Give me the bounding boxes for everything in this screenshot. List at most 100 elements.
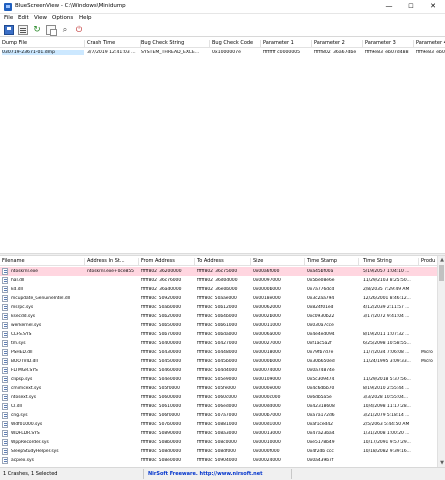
driver-row[interactable]: hal.dll fffff802`36c76000 fffff802`36d0d00… xyxy=(0,276,437,285)
driver-cell: 0x42318608 xyxy=(307,404,335,409)
scroll-down-icon[interactable]: ▼ xyxy=(438,459,445,467)
column-header[interactable]: Time String xyxy=(361,258,419,266)
driver-row[interactable]: ntoskrnl.exe ntoskrnl.exe+0ce855 fffff802`… xyxy=(0,267,437,276)
menu-file[interactable]: File xyxy=(4,15,13,21)
driver-filename: clipsp.sys xyxy=(11,377,33,382)
driver-cell: 0x30b650ed xyxy=(307,359,335,364)
dump-cell: ffffffff c0000005 xyxy=(263,50,301,55)
driver-row[interactable]: ksecdd.sys fffff80c`50b20000 fffff80c`50b4… xyxy=(0,312,437,321)
nirsoft-link[interactable]: NirSoft Freeware. http://www.nirsoft.net xyxy=(148,471,263,477)
copy-icon[interactable] xyxy=(46,25,57,36)
driver-cell: 0x0a74874e xyxy=(307,368,335,373)
minimize-button[interactable]: — xyxy=(381,0,397,13)
column-header[interactable]: To Address xyxy=(195,258,251,266)
driver-filename: CLFS.SYS xyxy=(11,332,32,337)
driver-cell: fffff80c`50427000 xyxy=(197,341,238,346)
driver-cell: fffff80c`508d0000 xyxy=(141,449,182,454)
driver-row[interactable]: PSHED.dll fffff80c`50430000 fffff80c`50448… xyxy=(0,348,437,357)
driver-cell: 1/31/2008 1:00:20 ... xyxy=(363,431,410,436)
file-icon xyxy=(2,322,8,329)
driver-cell: fffff80c`508b0000 xyxy=(141,440,182,445)
driver-cell: 0xe5178b49 xyxy=(307,440,335,445)
driver-row[interactable]: WppRecorder.sys fffff80c`508b0000 fffff80c… xyxy=(0,438,437,447)
driver-row[interactable]: werkernel.sys fffff80c`50b50000 fffff80c`5… xyxy=(0,321,437,330)
menu-edit[interactable]: Edit xyxy=(18,15,29,21)
driver-filename: acpiex.sys xyxy=(11,458,34,463)
driver-cell: 12/26/2001 8:46:12... xyxy=(363,296,411,301)
dump-cell: 3/7/2019 12:41:03 ... xyxy=(87,50,136,55)
column-header[interactable]: Bug Check String xyxy=(139,40,210,48)
driver-cell: 0x3c2aa794 xyxy=(307,296,335,301)
refresh-icon[interactable]: ↻ xyxy=(32,25,42,35)
driver-row[interactable]: SleepStudyHelper.sys fffff80c`508d0000 fff… xyxy=(0,447,437,456)
driver-cell: fffff80c`50460000 xyxy=(141,368,182,373)
column-header[interactable]: Size xyxy=(251,258,305,266)
driver-cell: fffff80c`506f0000 xyxy=(141,413,180,418)
column-header[interactable]: Parameter 2 xyxy=(312,40,363,48)
driver-cell: 0x79fb7d7e xyxy=(307,350,334,355)
column-header[interactable]: Parameter 4 xyxy=(414,40,445,48)
driver-row[interactable]: clipsp.sys fffff80c`504e0000 fffff80c`505e… xyxy=(0,375,437,384)
properties-icon[interactable] xyxy=(18,25,28,35)
column-header[interactable]: Crash Time xyxy=(85,40,141,48)
driver-row[interactable]: mcupdate_GenuineIntel.dll fffff80c`509200… xyxy=(0,294,437,303)
scroll-up-icon[interactable]: ▲ xyxy=(438,256,445,264)
column-header[interactable]: Address In St... xyxy=(85,258,139,266)
driver-row[interactable]: CI.dll fffff80c`50610000 fffff80c`506ed000… xyxy=(0,402,437,411)
driver-cell: fffff80c`507a7000 xyxy=(197,413,238,418)
exit-icon[interactable]: ⏻ xyxy=(74,25,84,35)
driver-cell: fffff80c`506ed000 xyxy=(197,404,238,409)
driver-cell: fffff80c`505fe000 xyxy=(197,386,236,391)
column-header[interactable]: Parameter 1 xyxy=(261,40,312,48)
driver-row[interactable]: FLTMGR.SYS fffff80c`50460000 fffff80c`504d… xyxy=(0,366,437,375)
driver-row[interactable]: Wdf01000.sys fffff80c`507b0000 fffff80c`50… xyxy=(0,420,437,429)
driver-row[interactable]: cmimcext.sys fffff80c`505f0000 fffff80c`50… xyxy=(0,384,437,393)
column-header[interactable]: Time Stamp xyxy=(305,258,359,266)
menu-help[interactable]: Help xyxy=(79,15,92,21)
driver-cell: 10/17/2091 9:57:29... xyxy=(363,440,411,445)
maximize-button[interactable]: ☐ xyxy=(403,0,419,13)
driver-row[interactable]: cng.sys fffff80c`506f0000 fffff80c`507a700… xyxy=(0,411,437,420)
menu-view[interactable]: View xyxy=(34,15,47,21)
save-icon[interactable] xyxy=(4,25,14,35)
driver-list: Filename Address In St... From Address To A… xyxy=(0,256,445,467)
driver-cell: fffff802`36200000 xyxy=(141,269,182,274)
driver-cell: fffff80c`50b50000 xyxy=(141,323,182,328)
column-header[interactable]: Filename xyxy=(0,258,85,266)
driver-cell: 11/29/2018 5:37:56... xyxy=(363,377,411,382)
driver-row[interactable]: msrpc.sys fffff80c`50ab0000 fffff80c`50b12… xyxy=(0,303,437,312)
driver-cell: 0x47a23ba4 xyxy=(307,431,335,436)
dump-cell: 0x1000007e xyxy=(212,50,241,55)
column-header[interactable]: Bug Check Code xyxy=(210,40,261,48)
vertical-scrollbar[interactable]: ▲ ▼ xyxy=(437,256,445,467)
scroll-thumb[interactable] xyxy=(439,265,444,281)
column-header[interactable]: From Address xyxy=(139,258,195,266)
driver-cell: fffff802`36c75000 xyxy=(197,269,238,274)
file-icon xyxy=(2,295,8,302)
driver-cell: 0xc0930b22 xyxy=(307,314,335,319)
find-icon[interactable]: ⌕ xyxy=(60,25,70,35)
driver-row[interactable]: WDFLDR.SYS fffff80c`50890000 fffff80c`508a… xyxy=(0,429,437,438)
column-header[interactable]: Dump File xyxy=(0,40,85,48)
driver-cell: 3/21/2079 5:18:14 ... xyxy=(363,413,410,418)
close-button[interactable]: ✕ xyxy=(425,0,441,13)
driver-row[interactable]: BOOTVID.dll fffff80c`50450000 fffff80c`504… xyxy=(0,357,437,366)
driver-cell: 0x00010000 xyxy=(253,440,281,445)
driver-row[interactable]: kd.dll fffff802`36ad0000 fffff802`36e0b000… xyxy=(0,285,437,294)
driver-row[interactable]: ntosext.sys fffff80c`50600000 fffff80c`506… xyxy=(0,393,437,402)
driver-cell: 0x000dd000 xyxy=(253,404,281,409)
driver-row[interactable]: tm.sys fffff80c`50400000 fffff80c`50427000… xyxy=(0,339,437,348)
dump-row[interactable]: 030719-23671-01.dmp 3/7/2019 12:41:03 ...… xyxy=(0,49,445,57)
driver-cell: 0x0000b000 xyxy=(253,359,281,364)
menu-options[interactable]: Options xyxy=(52,15,73,21)
driver-cell: fffff80c`50448000 xyxy=(197,350,238,355)
driver-cell: fffff80c`50b70000 xyxy=(141,332,182,337)
dump-cell: ffff9e83`eb07d488 xyxy=(365,50,409,55)
driver-row[interactable]: acpiex.sys fffff80c`508e0000 fffff80c`5090… xyxy=(0,456,437,465)
driver-row[interactable]: CLFS.SYS fffff80c`50b70000 fffff80c`50bda0… xyxy=(0,330,437,339)
driver-cell: fffff80c`50b12000 xyxy=(197,305,238,310)
driver-cell: 0x0a439b7f xyxy=(307,458,334,463)
driver-cell: 0x4e4ed094 xyxy=(307,332,335,337)
column-header[interactable]: Parameter 3 xyxy=(363,40,414,48)
driver-cell: 2/5/2063 5:44:50 AM xyxy=(363,422,410,427)
